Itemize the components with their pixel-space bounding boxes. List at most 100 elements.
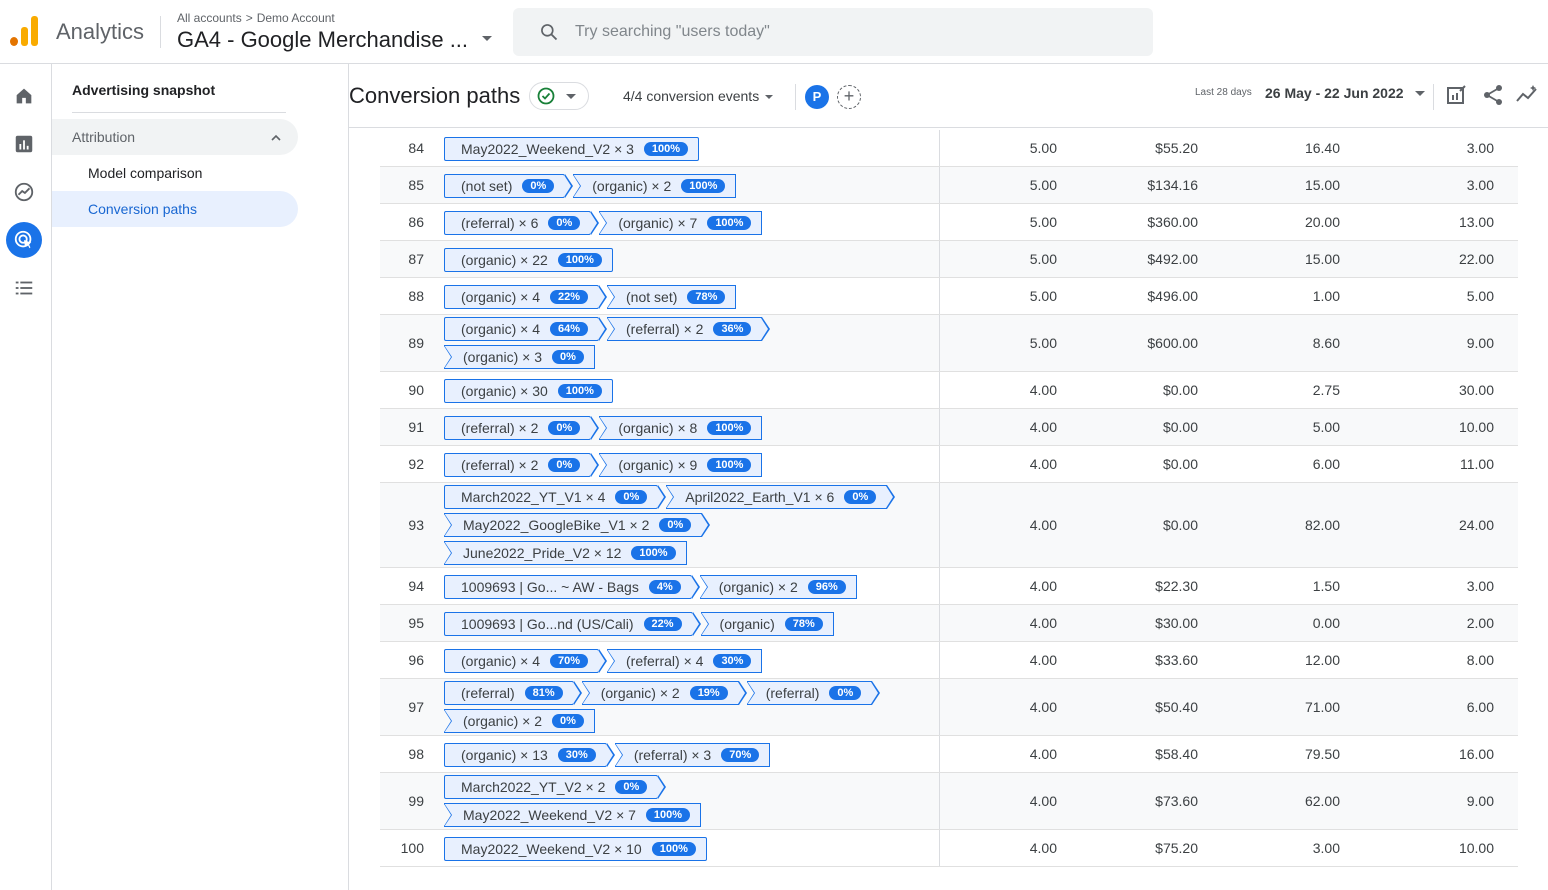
channel-chip[interactable]: (referral) 81%: [444, 681, 582, 705]
table-row[interactable]: 94 1009693 | Go... ~ AW - Bags 4% (organic)…: [380, 568, 1518, 605]
channel-chip[interactable]: (organic) × 4 64%: [444, 317, 608, 341]
table-row[interactable]: 97 (referral) 81% (organic) × 2 19% (referral…: [380, 679, 1518, 736]
channel-chip[interactable]: (organic) × 30 100%: [444, 379, 613, 403]
nav-group-attribution[interactable]: Attribution: [52, 119, 298, 155]
channel-chip[interactable]: May2022_Weekend_V2 × 7 100%: [444, 803, 702, 827]
channel-chip[interactable]: (organic) × 13 30%: [444, 743, 615, 767]
table-row[interactable]: 87 (organic) × 22 100% 5.00 $492.00 15.00 22.0…: [380, 241, 1518, 278]
channel-chip[interactable]: (referral) × 2 0%: [444, 453, 600, 477]
days-to-conversion-cell: 8.60: [1312, 334, 1340, 351]
channel-chip[interactable]: March2022_YT_V2 × 2 0%: [444, 775, 667, 799]
channel-chip[interactable]: (organic) × 2 19%: [581, 681, 747, 705]
table-row[interactable]: 99 March2022_YT_V2 × 2 0% May2022_Weekend_V…: [380, 773, 1518, 830]
conversions-cell: 5.00: [1029, 250, 1057, 267]
channel-chip[interactable]: 1009693 | Go... ~ AW - Bags 4%: [444, 575, 700, 599]
table-row[interactable]: 98 (organic) × 13 30% (referral) × 3 70% 4.00…: [380, 736, 1518, 773]
revenue-cell: $58.40: [1155, 745, 1198, 762]
channel-chip[interactable]: (organic) × 7 100%: [599, 211, 763, 235]
channel-chip[interactable]: (organic) × 4 70%: [444, 649, 608, 673]
conversion-path-cell: (organic) × 4 64% (referral) × 2 36% (organi…: [444, 315, 940, 371]
table-row[interactable]: 92 (referral) × 2 0% (organic) × 9 100% 4.00 $…: [380, 446, 1518, 483]
table-row[interactable]: 90 (organic) × 30 100% 4.00 $0.00 2.75 30.00: [380, 372, 1518, 409]
chevron-in-icon: [444, 513, 452, 537]
channel-chip[interactable]: (referral) × 3 70%: [614, 743, 771, 767]
credit-badge: 100%: [557, 252, 602, 267]
table-row[interactable]: 86 (referral) × 6 0% (organic) × 7 100% 5.00 $…: [380, 204, 1518, 241]
table-row[interactable]: 85 (not set) 0% (organic) × 2 100% 5.00 $134.1…: [380, 167, 1518, 204]
add-comparison-icon[interactable]: +: [837, 85, 861, 109]
analytics-logo-icon[interactable]: [10, 16, 40, 46]
channel-chip[interactable]: (organic) × 8 100%: [599, 416, 763, 440]
table-row[interactable]: 91 (referral) × 2 0% (organic) × 8 100% 4.00 $…: [380, 409, 1518, 446]
channel-chip[interactable]: May2022_Weekend_V2 × 3 100%: [444, 137, 700, 161]
customize-report-icon[interactable]: [1445, 83, 1469, 107]
chevron-down-icon[interactable]: [482, 36, 492, 41]
breadcrumb-all-accounts[interactable]: All accounts: [177, 11, 242, 25]
channel-chip[interactable]: (organic) × 22 100%: [444, 248, 613, 272]
insights-icon[interactable]: [1515, 83, 1539, 107]
chevron-down-icon[interactable]: [1415, 91, 1425, 96]
property-selector[interactable]: GA4 - Google Merchandise ...: [177, 27, 468, 53]
table-row[interactable]: 88 (organic) × 4 22% (not set) 78% 5.00 $496.0…: [380, 278, 1518, 315]
channel-chip[interactable]: (organic) 78%: [700, 612, 834, 636]
channel-chip[interactable]: March2022_YT_V1 × 4 0%: [444, 485, 667, 509]
conversion-path-cell: 1009693 | Go... ~ AW - Bags 4% (organic) ×…: [444, 568, 940, 604]
date-range-picker[interactable]: 26 May - 22 Jun 2022: [1265, 85, 1404, 101]
channel-chip[interactable]: (referral) × 6 0%: [444, 211, 600, 235]
conversion-events-dropdown[interactable]: 4/4 conversion events: [623, 88, 774, 104]
breadcrumb-account[interactable]: Demo Account: [257, 11, 335, 25]
days-to-conversion-cell: 1.00: [1312, 287, 1340, 304]
conversions-cell: 5.00: [1029, 139, 1057, 156]
table-row[interactable]: 100 May2022_Weekend_V2 × 10 100% 4.00 $75.20…: [380, 830, 1518, 867]
row-number: 97: [408, 698, 424, 715]
conversions-cell: 4.00: [1029, 516, 1057, 533]
row-number: 95: [408, 614, 424, 631]
credit-badge: 0%: [551, 713, 584, 728]
search-bar[interactable]: [513, 8, 1153, 56]
channel-chip[interactable]: (organic) × 4 22%: [444, 285, 608, 309]
channel-chip[interactable]: (organic) × 2 100%: [573, 174, 737, 198]
channel-chip[interactable]: (referral) × 2 0%: [444, 416, 600, 440]
nav-item-model-comparison[interactable]: Model comparison: [52, 155, 298, 191]
table-row[interactable]: 84 May2022_Weekend_V2 × 3 100% 5.00 $55.20 16…: [380, 130, 1518, 167]
channel-chip[interactable]: (referral) × 4 30%: [607, 649, 763, 673]
channel-chip[interactable]: (organic) × 3 0%: [444, 345, 595, 369]
table-row[interactable]: 95 1009693 | Go...nd (US/Cali) 22% (organic…: [380, 605, 1518, 642]
channel-label: (organic) × 4: [461, 321, 540, 337]
channel-chip[interactable]: (referral) × 2 36%: [607, 317, 771, 341]
channel-chip[interactable]: (organic) × 2 0%: [444, 709, 595, 733]
explore-icon[interactable]: [6, 174, 42, 210]
chevron-in-icon: [599, 453, 608, 477]
share-icon[interactable]: [1481, 83, 1505, 107]
credit-badge: 22%: [643, 616, 682, 631]
table-row[interactable]: 89 (organic) × 4 64% (referral) × 2 36% (orga…: [380, 315, 1518, 372]
channel-chip[interactable]: (not set) 78%: [607, 285, 737, 309]
path-line: (referral) × 2 0% (organic) × 8 100%: [444, 416, 770, 440]
channel-chip[interactable]: 1009693 | Go...nd (US/Cali) 22%: [444, 612, 701, 636]
channel-chip[interactable]: (organic) × 2 96%: [699, 575, 857, 599]
table-row[interactable]: 96 (organic) × 4 70% (referral) × 4 30% 4.00 $…: [380, 642, 1518, 679]
advertising-icon[interactable]: [6, 222, 42, 258]
home-icon[interactable]: [6, 78, 42, 114]
channel-chip[interactable]: May2022_Weekend_V2 × 10 100%: [444, 837, 707, 861]
nav-item-advertising-snapshot[interactable]: Advertising snapshot: [72, 82, 215, 98]
chevron-in-icon: [444, 803, 452, 827]
channel-chip[interactable]: (organic) × 9 100%: [599, 453, 763, 477]
channel-chip[interactable]: (referral) 0%: [746, 681, 881, 705]
search-input[interactable]: [575, 20, 1135, 44]
reports-icon[interactable]: [6, 126, 42, 162]
conversion-events-label: 4/4 conversion events: [623, 88, 760, 104]
channel-chip[interactable]: May2022_GoogleBike_V1 × 2 0%: [444, 513, 711, 537]
data-status-button[interactable]: [529, 82, 589, 110]
days-to-conversion-cell: 6.00: [1312, 455, 1340, 472]
channel-chip[interactable]: (not set) 0%: [444, 174, 574, 198]
days-to-conversion-cell: 1.50: [1312, 577, 1340, 594]
table-row[interactable]: 93 March2022_YT_V1 × 4 0% April2022_Earth_V…: [380, 483, 1518, 568]
row-number: 92: [408, 455, 424, 472]
comparison-avatar[interactable]: P: [805, 85, 829, 109]
nav-item-conversion-paths[interactable]: Conversion paths: [52, 191, 298, 227]
credit-badge: 100%: [707, 420, 752, 435]
channel-chip[interactable]: April2022_Earth_V1 × 6 0%: [666, 485, 896, 509]
configure-icon[interactable]: [6, 270, 42, 306]
channel-chip[interactable]: June2022_Pride_V2 × 12 100%: [444, 541, 687, 565]
